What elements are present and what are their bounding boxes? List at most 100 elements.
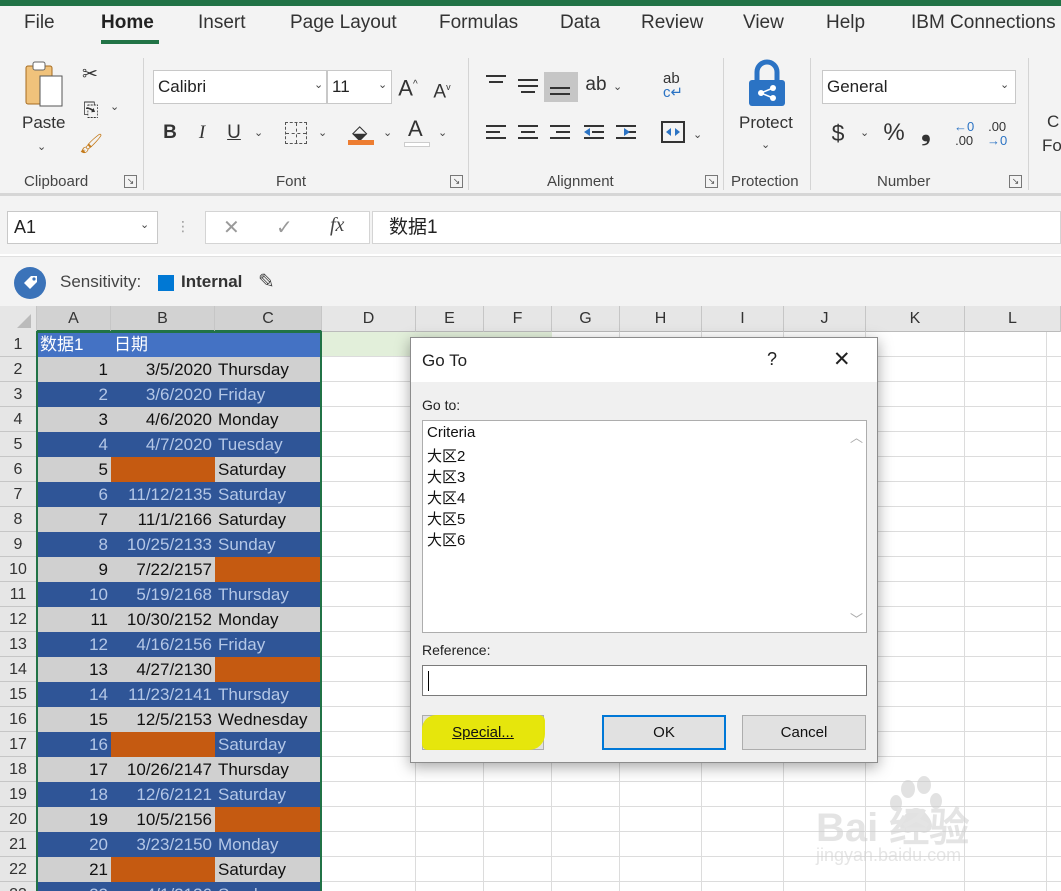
currency-chevron-icon[interactable]: ⌄ (860, 126, 869, 139)
clipboard-launcher-icon[interactable]: ↘ (124, 175, 137, 188)
bold-button[interactable]: B (160, 118, 180, 148)
font-size-chevron-icon[interactable]: ⌄ (378, 78, 387, 91)
cell-b22[interactable] (111, 857, 215, 882)
list-item[interactable]: 大区6 (427, 529, 465, 550)
orientation-chevron-icon[interactable]: ⌄ (613, 80, 622, 93)
cell-c14[interactable] (215, 657, 320, 682)
cell-b10[interactable]: 7/22/2157 (111, 557, 215, 582)
cell-c12[interactable]: Monday (215, 607, 320, 632)
tab-page-layout[interactable]: Page Layout (290, 12, 397, 34)
orientation-icon[interactable]: ab (583, 70, 609, 100)
row-header[interactable]: 13 (0, 632, 37, 657)
number-format-dropdown[interactable]: General (822, 70, 1016, 104)
close-icon[interactable]: ✕ (833, 347, 851, 372)
list-item[interactable]: 大区2 (427, 445, 465, 466)
ok-button[interactable]: OK (602, 715, 726, 750)
row-header[interactable]: 9 (0, 532, 37, 557)
underline-chevron-icon[interactable]: ⌄ (254, 126, 263, 139)
cell-a5[interactable]: 4 (37, 432, 111, 457)
cell-a19[interactable]: 18 (37, 782, 111, 807)
row-header[interactable]: 1 (0, 332, 37, 357)
cell-a10[interactable]: 9 (37, 557, 111, 582)
cell-c15[interactable]: Thursday (215, 682, 320, 707)
cell-a7[interactable]: 6 (37, 482, 111, 507)
cell-a20[interactable]: 19 (37, 807, 111, 832)
sensitivity-tag-icon[interactable] (14, 267, 46, 299)
cell-c17[interactable]: Saturday (215, 732, 320, 757)
row-header[interactable]: 21 (0, 832, 37, 857)
formula-input[interactable]: 数据1 (372, 211, 1061, 244)
row-header[interactable]: 12 (0, 607, 37, 632)
percent-button[interactable]: % (880, 118, 908, 148)
cell-a11[interactable]: 10 (37, 582, 111, 607)
cell-c1[interactable] (215, 332, 320, 357)
cell-a23[interactable]: 22 (37, 882, 111, 891)
column-header-a[interactable]: A (37, 306, 111, 332)
column-header-j[interactable]: J (784, 306, 866, 332)
cell-b3[interactable]: 3/6/2020 (111, 382, 215, 407)
column-header-b[interactable]: B (111, 306, 215, 332)
name-box[interactable]: A1 (7, 211, 158, 244)
protect-chevron-icon[interactable]: ⌄ (761, 138, 770, 151)
decrease-decimal-button[interactable]: .00 →0 (987, 120, 1007, 148)
row-header[interactable]: 6 (0, 457, 37, 482)
cancel-formula-icon[interactable]: ✕ (223, 215, 240, 240)
fill-color-button[interactable]: ⬙ (348, 118, 376, 148)
cell-b20[interactable]: 10/5/2156 (111, 807, 215, 832)
cell-a4[interactable]: 3 (37, 407, 111, 432)
tab-review[interactable]: Review (641, 12, 703, 34)
cell-c9[interactable]: Sunday (215, 532, 320, 557)
row-header[interactable]: 2 (0, 357, 37, 382)
font-launcher-icon[interactable]: ↘ (450, 175, 463, 188)
cell-a8[interactable]: 7 (37, 507, 111, 532)
cell-a3[interactable]: 2 (37, 382, 111, 407)
list-item[interactable]: 大区3 (427, 466, 465, 487)
alignment-launcher-icon[interactable]: ↘ (705, 175, 718, 188)
cell-c8[interactable]: Saturday (215, 507, 320, 532)
copy-dropdown-chevron-icon[interactable]: ⌄ (110, 100, 119, 113)
grow-font-button[interactable]: A^ (396, 70, 420, 103)
row-header[interactable]: 11 (0, 582, 37, 607)
row-header[interactable]: 18 (0, 757, 37, 782)
column-header-i[interactable]: I (702, 306, 784, 332)
column-header-e[interactable]: E (416, 306, 484, 332)
cell-b23[interactable]: 4/1/2136 (111, 882, 215, 891)
italic-button[interactable]: I (193, 118, 211, 148)
help-icon[interactable]: ? (767, 349, 777, 370)
row-header[interactable]: 14 (0, 657, 37, 682)
select-all-corner[interactable] (0, 306, 37, 332)
paste-dropdown-chevron-icon[interactable]: ⌄ (37, 140, 46, 153)
cell-b16[interactable]: 12/5/2153 (111, 707, 215, 732)
borders-chevron-icon[interactable]: ⌄ (318, 126, 327, 139)
tab-ibm-connections[interactable]: IBM Connections (911, 12, 1056, 34)
cell-a1[interactable]: 数据1 (37, 332, 111, 357)
cell-c4[interactable]: Monday (215, 407, 320, 432)
cell-b12[interactable]: 10/30/2152 (111, 607, 215, 632)
cancel-button[interactable]: Cancel (742, 715, 866, 750)
list-item[interactable]: Criteria (427, 424, 475, 441)
name-box-chevron-icon[interactable]: ⌄ (140, 218, 149, 231)
cell-c19[interactable]: Saturday (215, 782, 320, 807)
cell-b1[interactable]: 日期 (111, 332, 215, 357)
column-header-k[interactable]: K (866, 306, 965, 332)
tab-help[interactable]: Help (826, 12, 865, 34)
underline-button[interactable]: U (224, 118, 244, 148)
fill-chevron-icon[interactable]: ⌄ (383, 126, 392, 139)
cell-b7[interactable]: 11/12/2135 (111, 482, 215, 507)
cell-c20[interactable] (215, 807, 320, 832)
list-item[interactable]: 大区5 (427, 508, 465, 529)
cell-b13[interactable]: 4/16/2156 (111, 632, 215, 657)
font-color-button[interactable]: A (404, 116, 432, 148)
column-header-h[interactable]: H (620, 306, 702, 332)
cell-c10[interactable] (215, 557, 320, 582)
cell-a16[interactable]: 15 (37, 707, 111, 732)
list-scrollbar[interactable]: ︿ ﹀ (848, 423, 865, 630)
borders-icon[interactable] (285, 122, 307, 144)
cell-a15[interactable]: 14 (37, 682, 111, 707)
goto-list[interactable]: Criteria 大区2 大区3 大区4 大区5 大区6 ︿ ﹀ (422, 420, 867, 633)
cell-b11[interactable]: 5/19/2168 (111, 582, 215, 607)
tab-formulas[interactable]: Formulas (439, 12, 518, 34)
paste-button[interactable] (22, 60, 68, 112)
scroll-down-icon[interactable]: ﹀ (850, 609, 863, 628)
list-item[interactable]: 大区4 (427, 487, 465, 508)
